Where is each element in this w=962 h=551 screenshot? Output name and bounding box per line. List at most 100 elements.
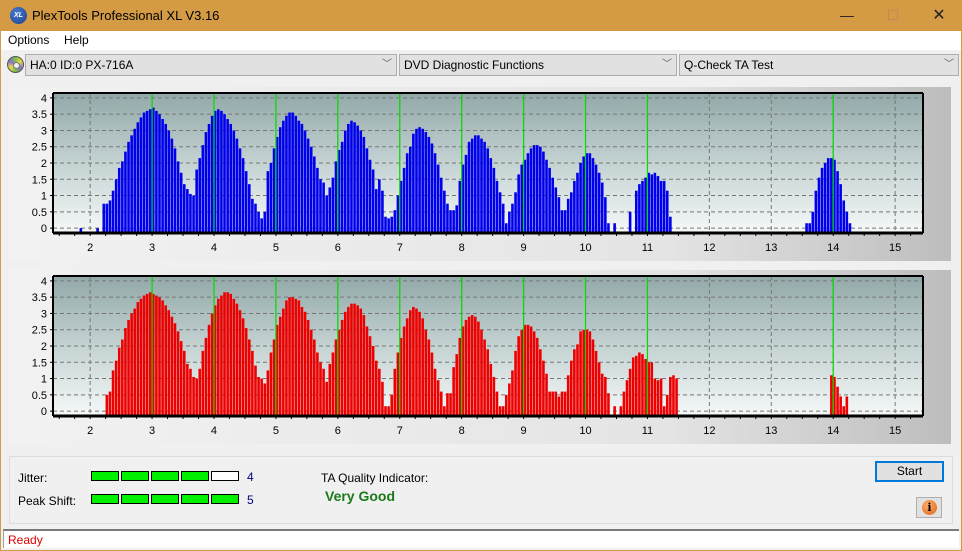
y-tick-label: 1: [41, 374, 47, 386]
bar: [529, 148, 533, 233]
peak-shift-label: Peak Shift:: [18, 494, 77, 508]
bar: [408, 310, 412, 416]
bar: [554, 187, 558, 233]
bar: [826, 158, 830, 233]
bar: [566, 375, 570, 416]
bar: [576, 344, 579, 416]
bar: [672, 375, 675, 416]
test-select[interactable]: Q-Check TA Test ﹀: [679, 54, 959, 76]
bar: [387, 218, 390, 233]
bar: [247, 184, 251, 233]
bar: [108, 391, 112, 416]
start-button[interactable]: Start: [875, 461, 944, 482]
meter-segment: [121, 494, 149, 504]
x-tick-label: 2: [87, 242, 93, 254]
bar: [350, 120, 353, 233]
function-select[interactable]: DVD Diagnostic Functions ﹀: [399, 54, 677, 76]
meter-segment: [181, 471, 209, 481]
bar: [241, 318, 245, 416]
bar: [192, 376, 195, 416]
bar: [836, 386, 839, 416]
bar: [127, 141, 130, 233]
x-tick-label: 4: [211, 242, 217, 254]
bar: [145, 293, 149, 416]
bar: [402, 167, 406, 233]
bar: [669, 376, 672, 416]
x-tick-label: 3: [149, 242, 155, 254]
x-tick-label: 15: [889, 425, 901, 437]
bar: [322, 368, 325, 416]
bar: [173, 323, 177, 416]
bar: [520, 329, 524, 416]
bar: [334, 339, 338, 416]
bar: [631, 357, 635, 416]
bar: [136, 122, 140, 233]
bar: [535, 145, 539, 233]
info-button[interactable]: i: [916, 497, 942, 518]
bar: [656, 176, 660, 233]
bar: [817, 177, 821, 233]
jitter-value: 4: [247, 470, 254, 484]
drive-select[interactable]: HA:0 ID:0 PX-716A ﹀: [25, 54, 397, 76]
bar: [569, 192, 573, 233]
bar: [198, 158, 202, 233]
bar: [359, 308, 363, 416]
bar: [331, 177, 335, 233]
menu-options[interactable]: Options: [8, 33, 49, 47]
bar: [582, 156, 585, 233]
minimize-button[interactable]: —: [824, 0, 870, 31]
bar: [563, 391, 567, 416]
bar: [430, 143, 434, 233]
bar: [579, 331, 582, 416]
close-button[interactable]: ✕: [916, 0, 962, 31]
bar: [483, 339, 486, 416]
bar: [306, 138, 310, 233]
x-tick-label: 5: [273, 242, 279, 254]
bar: [560, 210, 564, 233]
bar: [604, 197, 607, 233]
bar: [186, 189, 189, 233]
bar: [331, 352, 335, 416]
maximize-button[interactable]: ☐: [870, 0, 916, 31]
jitter-label: Jitter:: [18, 471, 48, 485]
bar: [495, 391, 499, 416]
bar: [362, 315, 366, 416]
y-tick-label: 0: [41, 223, 47, 235]
bar: [365, 326, 369, 416]
bar: [659, 378, 663, 416]
bar: [142, 112, 146, 233]
bar: [340, 319, 344, 416]
bar: [297, 300, 301, 416]
bar: [393, 368, 397, 416]
bar: [291, 112, 294, 233]
bar: [557, 396, 561, 416]
bar: [319, 179, 322, 233]
bar: [495, 180, 499, 233]
bar: [396, 195, 400, 233]
bar: [309, 146, 313, 233]
bar: [319, 362, 322, 416]
bar: [359, 130, 363, 233]
bar: [207, 123, 211, 233]
results-panel: [9, 456, 953, 524]
bar: [635, 355, 638, 416]
bar: [285, 300, 288, 416]
bar: [492, 376, 496, 416]
bar: [105, 394, 109, 416]
bar: [374, 189, 378, 233]
bar: [266, 171, 270, 233]
x-tick-label: 11: [642, 242, 653, 254]
bar: [436, 380, 440, 416]
meter-segment: [181, 494, 209, 504]
bar: [569, 360, 573, 416]
bar: [340, 141, 344, 233]
bar: [210, 313, 214, 416]
bar: [573, 180, 576, 233]
bar: [278, 127, 282, 233]
bar: [189, 368, 192, 416]
x-tick-label: 8: [459, 425, 465, 437]
bar: [343, 130, 347, 233]
bar: [548, 391, 551, 416]
bar: [486, 349, 489, 416]
menu-help[interactable]: Help: [64, 33, 89, 47]
